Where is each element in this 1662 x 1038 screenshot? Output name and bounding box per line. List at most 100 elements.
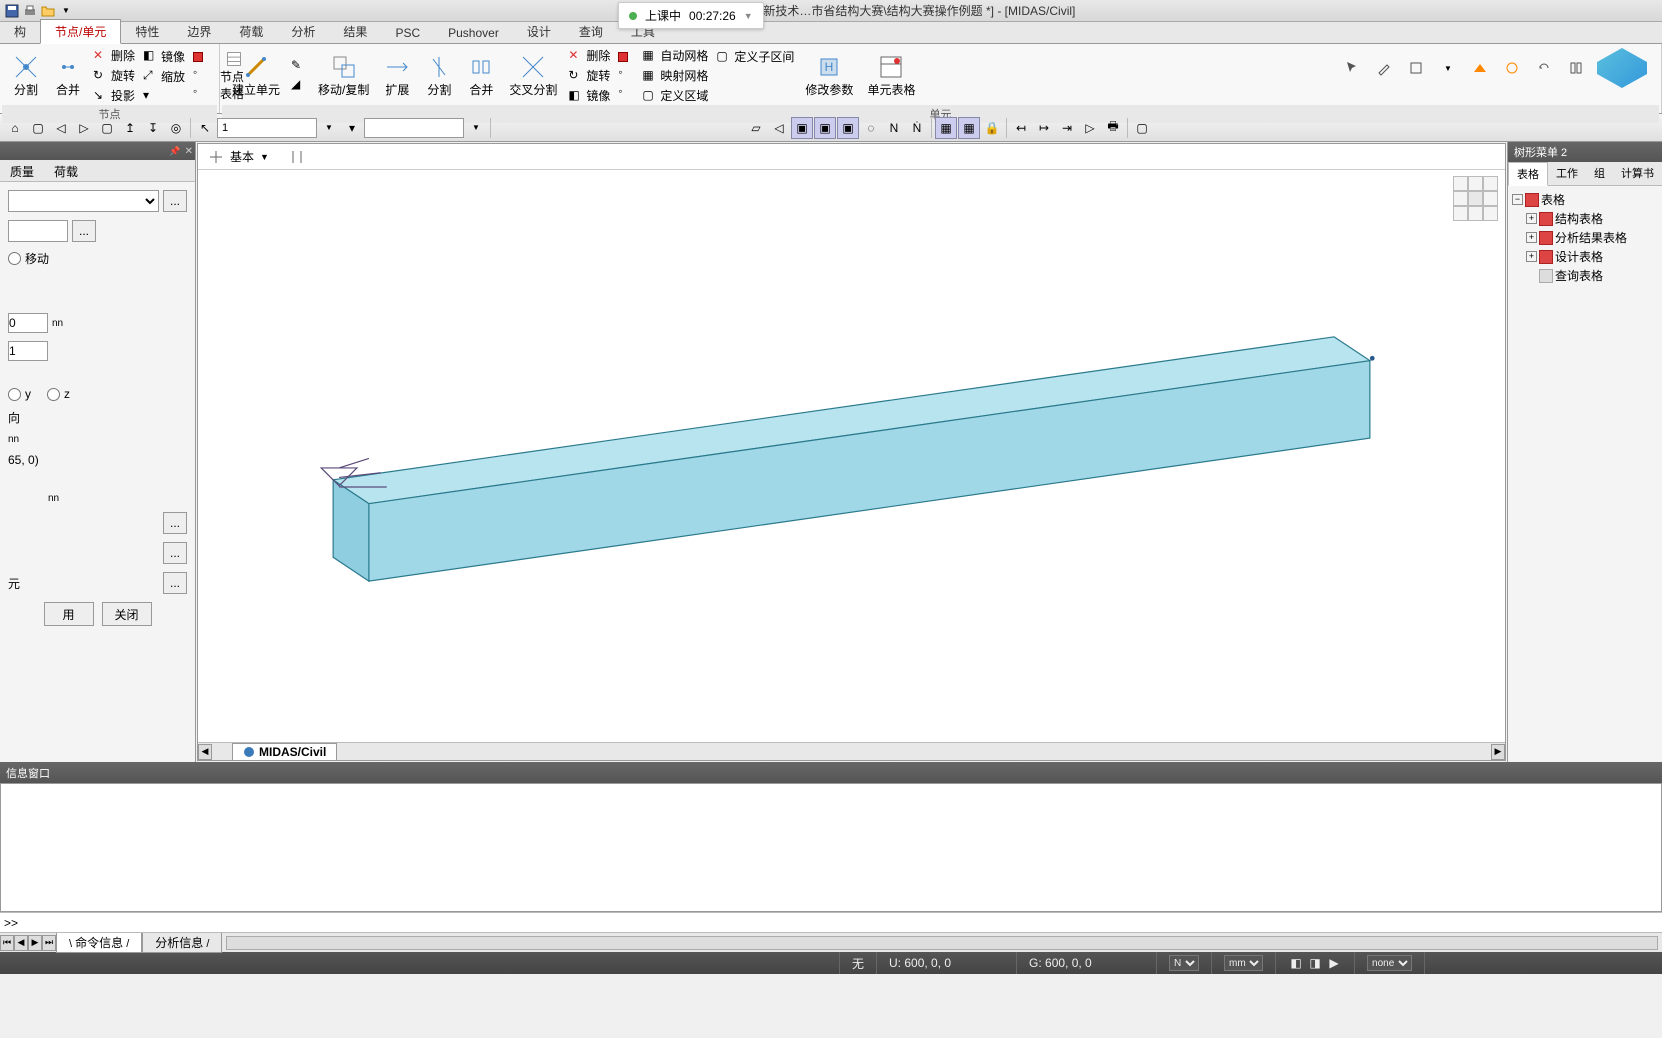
- tb-play-icon[interactable]: ▷: [73, 117, 95, 139]
- sb-icon1[interactable]: ◧: [1288, 955, 1304, 971]
- vt-dropdown-icon[interactable]: ▼: [1437, 57, 1459, 79]
- vc-tc[interactable]: [1468, 176, 1483, 191]
- lp-num-1[interactable]: [8, 341, 48, 361]
- tb-input-1[interactable]: [217, 118, 317, 138]
- msg-body[interactable]: [0, 783, 1662, 912]
- ribbon-tab-load[interactable]: 荷载: [225, 20, 277, 43]
- ribbon-mirror-node[interactable]: ◧镜像: [140, 47, 188, 66]
- viewport[interactable]: 基本 ▼: [197, 143, 1506, 761]
- view-cube[interactable]: [1453, 176, 1499, 222]
- lp-dots-1[interactable]: ...: [163, 190, 187, 212]
- ribbon-move-copy[interactable]: 移动/复制: [312, 48, 375, 104]
- lp-tab-mass[interactable]: 质量: [0, 160, 44, 181]
- tb-pick-icon[interactable]: ↖: [194, 117, 216, 139]
- lp-radio-z[interactable]: z: [47, 387, 70, 401]
- sb-select-none[interactable]: none: [1367, 955, 1412, 971]
- ribbon-auto-mesh[interactable]: ▦自动网格: [639, 46, 711, 65]
- lp-radio-move-input[interactable]: [8, 252, 21, 265]
- tree-structure-tables[interactable]: +结构表格: [1526, 209, 1658, 228]
- tb-next-icon[interactable]: ▢: [96, 117, 118, 139]
- sb-icon3[interactable]: ▶: [1326, 955, 1342, 971]
- msg-tab-analysis[interactable]: 分析信息 /: [142, 933, 222, 953]
- vc-tr[interactable]: [1483, 176, 1498, 191]
- vt-view1-icon[interactable]: [1469, 57, 1491, 79]
- recording-overlay[interactable]: 上课中 00:27:26 ▼: [618, 2, 764, 29]
- tb-hide-icon[interactable]: ◌: [860, 117, 882, 139]
- ribbon-modify-params[interactable]: H修改参数: [799, 48, 859, 104]
- ribbon-define-subregion[interactable]: ▢定义子区间: [713, 47, 797, 66]
- vt-pencil-icon[interactable]: [1373, 57, 1395, 79]
- ribbon-elem-misc2[interactable]: ◦: [615, 83, 637, 101]
- ribbon-delete-elem[interactable]: ✕删除: [565, 46, 613, 65]
- vp-grid-icon[interactable]: [289, 149, 305, 165]
- ribbon-merge-button[interactable]: 合并: [48, 48, 88, 104]
- ribbon-noop2[interactable]: ◦: [190, 64, 212, 82]
- qat-print-icon[interactable]: [22, 3, 38, 19]
- msg-scrollbar[interactable]: [226, 936, 1658, 950]
- lp-num-0[interactable]: [8, 313, 48, 333]
- tb-wireframe-icon[interactable]: ▱: [745, 117, 767, 139]
- tb-leftview-icon[interactable]: ◁: [768, 117, 790, 139]
- lp-dots-4[interactable]: ...: [163, 542, 187, 564]
- qat-save-icon[interactable]: [4, 3, 20, 19]
- tree-view[interactable]: −表格 +结构表格 +分析结果表格 +设计表格 查询表格: [1508, 186, 1662, 289]
- msg-command-input[interactable]: [22, 916, 1658, 930]
- vc-mc[interactable]: [1468, 191, 1483, 206]
- tb-input-2[interactable]: [364, 118, 464, 138]
- ribbon-create-element[interactable]: 建立单元: [226, 48, 286, 104]
- vc-mr[interactable]: [1483, 191, 1498, 206]
- ribbon-tab-query[interactable]: 查询: [565, 20, 617, 43]
- vc-ml[interactable]: [1453, 191, 1468, 206]
- ribbon-elem-icon2[interactable]: ◢: [288, 76, 310, 94]
- ribbon-split-elem[interactable]: 分割: [419, 48, 459, 104]
- ribbon-delete-node[interactable]: ✕删除: [90, 46, 138, 65]
- vt-refresh-icon[interactable]: [1533, 57, 1555, 79]
- tb-down-icon[interactable]: ↧: [142, 117, 164, 139]
- vp-drop-icon[interactable]: ▼: [260, 152, 269, 162]
- tree-root[interactable]: −表格: [1512, 190, 1658, 209]
- msg-nav-next[interactable]: ▶: [28, 935, 42, 951]
- tb-drop2-icon[interactable]: ▼: [465, 117, 487, 139]
- ribbon-tab-structure[interactable]: 构: [0, 20, 40, 43]
- ribbon-scale-node[interactable]: ⤢缩放: [140, 67, 188, 86]
- tb-target-icon[interactable]: ◎: [165, 117, 187, 139]
- ribbon-tab-pushover[interactable]: Pushover: [434, 23, 513, 43]
- ribbon-elem-misc3[interactable]: [713, 67, 797, 85]
- tb-window-icon[interactable]: ▢: [1131, 117, 1153, 139]
- ribbon-rotate-elem[interactable]: ↻旋转: [565, 66, 613, 85]
- lp-radio-move[interactable]: 移动: [8, 250, 187, 267]
- ribbon-tab-design[interactable]: 设计: [513, 20, 565, 43]
- tb-print-icon[interactable]: 🖶: [1102, 117, 1124, 139]
- ribbon-mirror-elem[interactable]: ◧镜像: [565, 86, 613, 105]
- ribbon-noop1[interactable]: ▾: [140, 87, 188, 105]
- lp-radio-y[interactable]: y: [8, 387, 31, 401]
- msg-command-line[interactable]: >>: [0, 912, 1662, 932]
- tb-run-icon[interactable]: ▷: [1079, 117, 1101, 139]
- lp-close-icon[interactable]: ✕: [185, 146, 193, 157]
- ribbon-tab-node-element[interactable]: 节点/单元: [40, 19, 121, 44]
- ribbon-rotate-node[interactable]: ↻旋转: [90, 66, 138, 85]
- rp-tab-work[interactable]: 工作: [1548, 162, 1586, 185]
- ribbon-element-table[interactable]: 单元表格: [861, 48, 921, 104]
- lp-pin-icon[interactable]: 📌: [169, 146, 180, 157]
- rp-tab-report[interactable]: 计算书: [1613, 162, 1662, 185]
- ribbon-tab-properties[interactable]: 特性: [121, 20, 173, 43]
- ribbon-define-region[interactable]: ▢定义区域: [639, 86, 711, 105]
- tb-align2-icon[interactable]: ↦: [1033, 117, 1055, 139]
- tb-grid1-icon[interactable]: ▦: [935, 117, 957, 139]
- vc-br[interactable]: [1483, 206, 1498, 221]
- tb-back-icon[interactable]: ◁: [50, 117, 72, 139]
- tb-shade2-icon[interactable]: ▣: [814, 117, 836, 139]
- ribbon-project[interactable]: ↘投影: [90, 86, 138, 105]
- vc-tl[interactable]: [1453, 176, 1468, 191]
- rp-tab-tables[interactable]: 表格: [1508, 162, 1548, 186]
- lp-tab-load[interactable]: 荷载: [44, 160, 88, 181]
- vp-csys-icon[interactable]: [208, 149, 224, 165]
- lp-dots-3[interactable]: ...: [163, 512, 187, 534]
- vc-bl[interactable]: [1453, 206, 1468, 221]
- vp-scroll-right[interactable]: ▶: [1491, 744, 1505, 760]
- tb-align1-icon[interactable]: ↤: [1010, 117, 1032, 139]
- ribbon-flag-red1[interactable]: [190, 51, 212, 63]
- ribbon-tab-results[interactable]: 结果: [329, 20, 381, 43]
- tree-query-tables[interactable]: 查询表格: [1526, 266, 1658, 285]
